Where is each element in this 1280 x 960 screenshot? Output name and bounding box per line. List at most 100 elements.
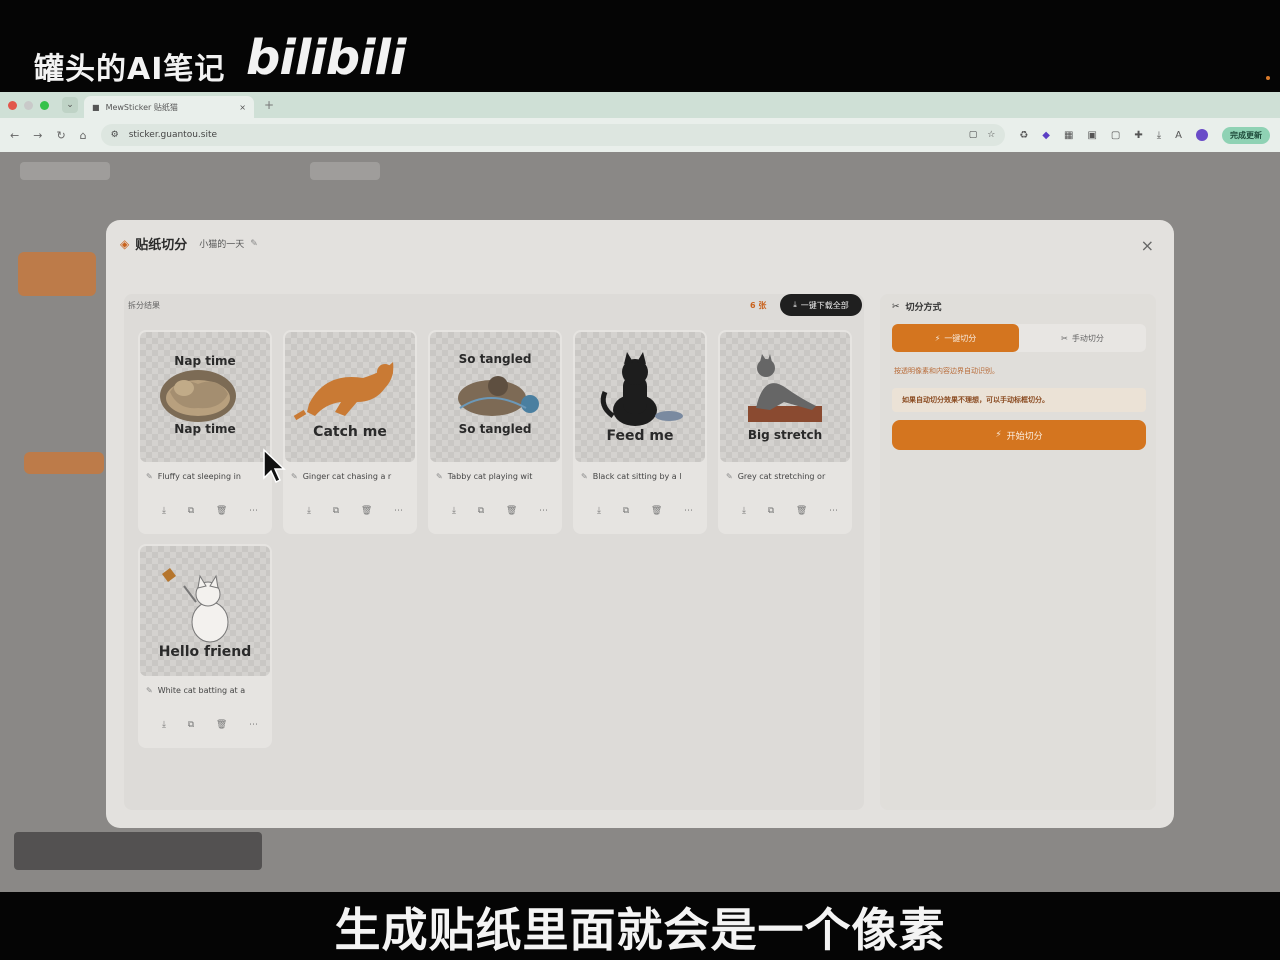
more-icon[interactable]: ⋯ bbox=[249, 506, 258, 516]
download-icon[interactable]: ⤓ bbox=[1157, 130, 1161, 141]
edit-project-icon[interactable]: ✎ bbox=[250, 239, 258, 249]
more-icon[interactable]: ⋯ bbox=[394, 506, 403, 516]
copy-icon[interactable]: ⧉ bbox=[333, 506, 339, 516]
tab-title: MewSticker 贴纸猫 bbox=[105, 102, 178, 112]
sticker-card[interactable]: Hello friend ✎ White cat batting at a ⤓ … bbox=[138, 544, 272, 748]
download-icon[interactable]: ⤓ bbox=[307, 506, 311, 516]
video-subtitle: 生成贴纸里面就会是一个像素 bbox=[334, 903, 946, 957]
url-text: sticker.guantou.site bbox=[128, 130, 218, 140]
sticker-caption: Big stretch bbox=[747, 428, 823, 442]
sticker-card[interactable]: So tangled So tangled ✎ Tabby cat playin… bbox=[428, 330, 562, 534]
download-icon[interactable]: ⤓ bbox=[162, 506, 166, 516]
sticker-caption: Catch me bbox=[313, 424, 387, 440]
copy-icon[interactable]: ⧉ bbox=[478, 506, 484, 516]
browser-tab-active[interactable]: ■ MewSticker 贴纸猫 × bbox=[84, 96, 254, 118]
download-icon[interactable]: ⤓ bbox=[597, 506, 601, 516]
delete-icon[interactable]: 🗑 bbox=[361, 506, 372, 516]
maximize-window-icon[interactable] bbox=[40, 100, 49, 110]
tab-close-icon[interactable]: × bbox=[239, 103, 246, 112]
delete-icon[interactable]: 🗑 bbox=[796, 506, 807, 516]
copy-icon[interactable]: ⧉ bbox=[188, 506, 194, 516]
blurred-sidebar-button bbox=[18, 252, 96, 296]
profile-avatar[interactable] bbox=[1196, 129, 1208, 141]
edit-icon: ✎ bbox=[726, 472, 733, 481]
tab-list-chevron-icon[interactable]: ⌄ bbox=[62, 97, 78, 113]
translate-icon[interactable]: A bbox=[1175, 130, 1182, 141]
mouse-cursor-icon bbox=[263, 448, 286, 484]
delete-icon[interactable]: 🗑 bbox=[506, 506, 517, 516]
reload-icon[interactable]: ↻ bbox=[56, 129, 65, 142]
copy-icon[interactable]: ⧉ bbox=[768, 506, 774, 516]
sticker-description[interactable]: ✎ Grey cat stretching or bbox=[726, 472, 846, 481]
auto-split-label: 一键切分 bbox=[944, 333, 977, 343]
extension-book-icon[interactable]: ▦ bbox=[1064, 130, 1073, 141]
sticker-description[interactable]: ✎ Tabby cat playing wit bbox=[436, 472, 556, 481]
minimize-window-icon[interactable] bbox=[24, 100, 33, 110]
results-panel: 拆分结果 6 张 ⤓ 一键下载全部 Nap time Nap time ✎ Fl… bbox=[124, 294, 864, 810]
tab-favicon-icon: ■ bbox=[92, 102, 100, 112]
sticker-card[interactable]: Catch me ✎ Ginger cat chasing a r ⤓ ⧉ 🗑 … bbox=[283, 330, 417, 534]
delete-icon[interactable]: 🗑 bbox=[216, 720, 227, 730]
sticker-description[interactable]: ✎ White cat batting at a bbox=[146, 686, 266, 695]
sticker-thumbnail[interactable]: Big stretch bbox=[720, 332, 850, 462]
url-field[interactable]: ⚙ sticker.guantou.site ▢ ☆ bbox=[100, 124, 1006, 146]
extension-frame-icon[interactable]: ▢ bbox=[1111, 130, 1120, 141]
modal-header: ◈ 贴纸切分 小猫的一天 ✎ bbox=[120, 234, 258, 254]
download-icon[interactable]: ⤓ bbox=[452, 506, 456, 516]
split-mode-toggle: ⚡ 一键切分 ✂ 手动切分 bbox=[892, 324, 1146, 352]
copy-icon[interactable]: ⧉ bbox=[188, 720, 194, 730]
start-split-label: 开始切分 bbox=[1006, 431, 1043, 442]
close-window-icon[interactable] bbox=[8, 100, 17, 110]
sticker-description[interactable]: ✎ Ginger cat chasing a r bbox=[291, 472, 411, 481]
edit-icon: ✎ bbox=[146, 472, 153, 481]
auto-split-tab[interactable]: ⚡ 一键切分 bbox=[892, 324, 1019, 352]
running-cat-sticker-icon bbox=[293, 362, 394, 421]
sticker-description[interactable]: ✎ Black cat sitting by a l bbox=[581, 472, 701, 481]
more-icon[interactable]: ⋯ bbox=[684, 506, 693, 516]
page-icon[interactable]: ▢ bbox=[969, 130, 978, 140]
extension-recycle-icon[interactable]: ♻ bbox=[1019, 130, 1028, 141]
new-tab-icon[interactable]: + bbox=[264, 98, 274, 112]
update-button[interactable]: 完成更新 bbox=[1222, 126, 1270, 144]
sticker-thumbnail[interactable]: Hello friend bbox=[140, 546, 270, 676]
more-icon[interactable]: ⋯ bbox=[539, 506, 548, 516]
split-warning: 如果自动切分效果不理想，可以手动标框切分。 bbox=[892, 388, 1146, 412]
address-toolbar: ← → ↻ ⌂ ⚙ sticker.guantou.site ▢ ☆ ♻ ◆ ▦… bbox=[0, 118, 1280, 152]
sticker-thumbnail[interactable]: So tangled So tangled bbox=[430, 332, 560, 462]
channel-watermark: 罐头的AI笔记 bbox=[34, 52, 226, 87]
download-icon[interactable]: ⤓ bbox=[162, 720, 166, 730]
sticker-thumbnail[interactable]: Catch me bbox=[285, 332, 415, 462]
forward-icon[interactable]: → bbox=[33, 129, 42, 142]
site-settings-icon[interactable]: ⚙ bbox=[111, 130, 119, 140]
edit-icon: ✎ bbox=[436, 472, 443, 481]
sticker-thumbnail[interactable]: Nap time Nap time bbox=[140, 332, 270, 462]
blurred-logo bbox=[20, 162, 110, 180]
edit-icon: ✎ bbox=[291, 472, 298, 481]
delete-icon[interactable]: 🗑 bbox=[651, 506, 662, 516]
download-all-button[interactable]: ⤓ 一键下载全部 bbox=[780, 294, 862, 316]
sticker-card[interactable]: Feed me ✎ Black cat sitting by a l ⤓ ⧉ 🗑… bbox=[573, 330, 707, 534]
sticker-description[interactable]: ✎ Fluffy cat sleeping in bbox=[146, 472, 266, 481]
project-name: 小猫的一天 bbox=[199, 240, 245, 250]
bilibili-logo: bilibili bbox=[246, 30, 406, 86]
delete-icon[interactable]: 🗑 bbox=[216, 506, 227, 516]
download-icon[interactable]: ⤓ bbox=[742, 506, 746, 516]
close-icon[interactable]: × bbox=[1141, 236, 1154, 255]
split-method-panel: ✂ 切分方式 ⚡ 一键切分 ✂ 手动切分 按透明像素和内容边界自动识别。 如果自… bbox=[880, 294, 1156, 810]
back-icon[interactable]: ← bbox=[10, 129, 19, 142]
blurred-footer-button bbox=[14, 832, 262, 870]
extension-box-icon[interactable]: ▣ bbox=[1087, 130, 1096, 141]
sticker-card[interactable]: Nap time Nap time ✎ Fluffy cat sleeping … bbox=[138, 330, 272, 534]
manual-split-tab[interactable]: ✂ 手动切分 bbox=[1019, 324, 1146, 352]
more-icon[interactable]: ⋯ bbox=[829, 506, 838, 516]
extension-purple-icon[interactable]: ◆ bbox=[1042, 130, 1050, 141]
sticker-card[interactable]: Big stretch ✎ Grey cat stretching or ⤓ ⧉… bbox=[718, 330, 852, 534]
more-icon[interactable]: ⋯ bbox=[249, 720, 258, 730]
sticker-thumbnail[interactable]: Feed me bbox=[575, 332, 705, 462]
home-icon[interactable]: ⌂ bbox=[80, 129, 87, 142]
bookmark-star-icon[interactable]: ☆ bbox=[987, 130, 995, 140]
copy-icon[interactable]: ⧉ bbox=[623, 506, 629, 516]
start-split-button[interactable]: ⚡ 开始切分 bbox=[892, 420, 1146, 450]
sticker-caption: Nap time bbox=[174, 422, 236, 436]
extension-puzzle-icon[interactable]: ✚ bbox=[1134, 130, 1142, 141]
